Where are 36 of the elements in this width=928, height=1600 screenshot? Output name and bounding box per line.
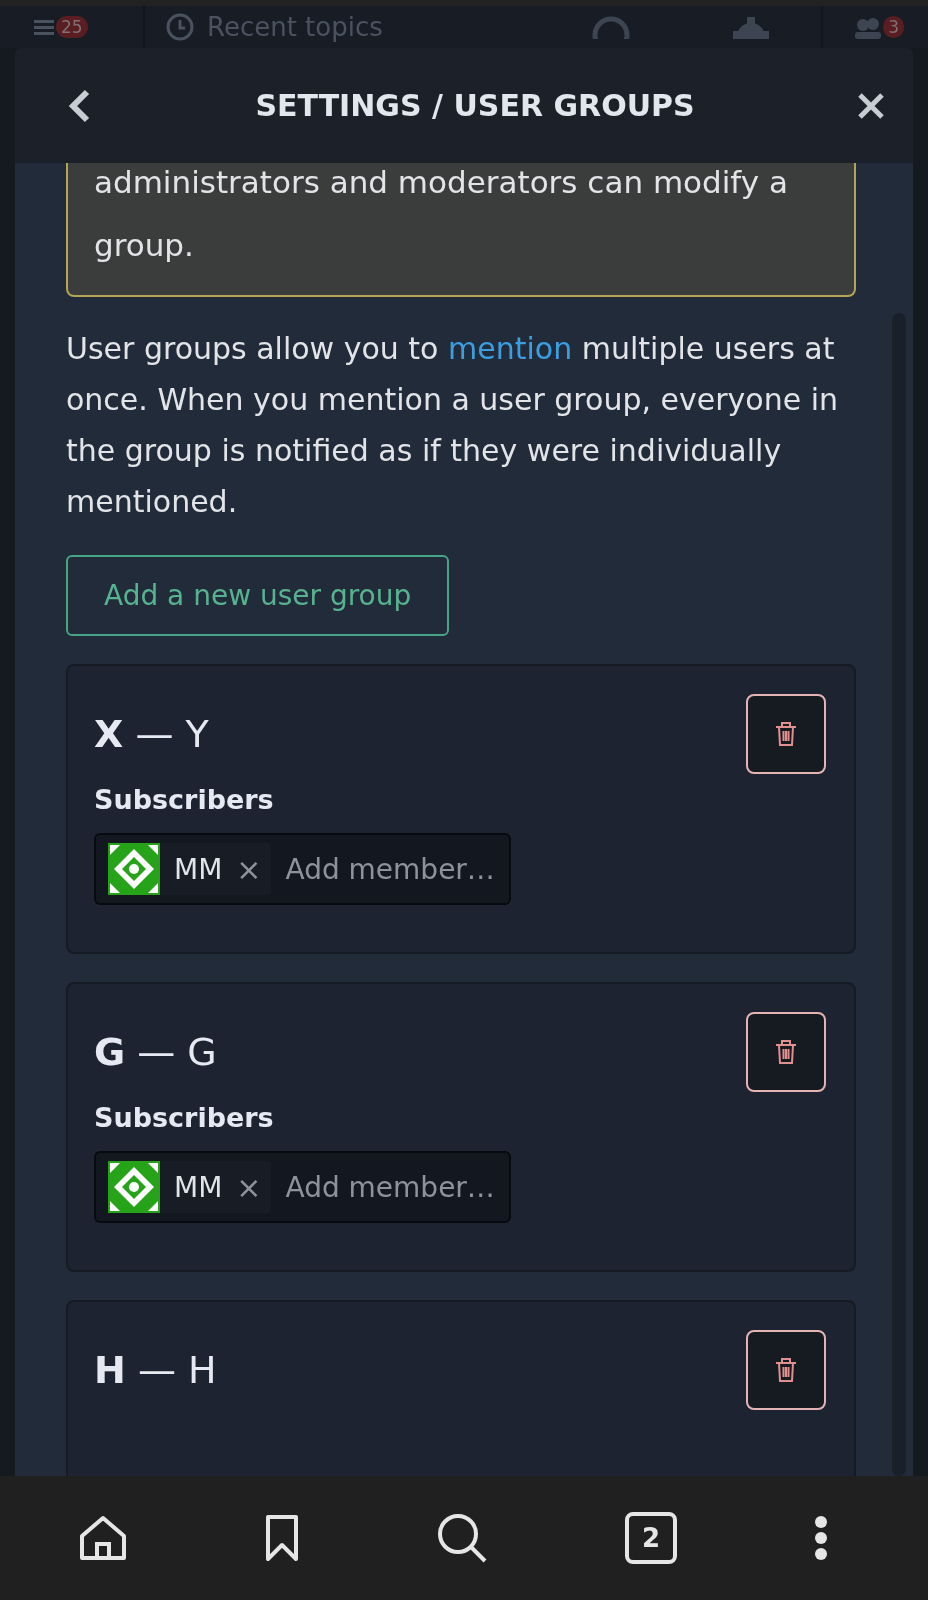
member-name: MM [174, 1170, 223, 1204]
add-member-placeholder: Add member… [285, 852, 495, 886]
trash-icon [774, 721, 798, 747]
view-title: Recent topics [207, 12, 383, 42]
group-name: H — H [94, 1348, 217, 1392]
more-icon[interactable] [814, 1515, 828, 1561]
group-name: X — Y [94, 712, 209, 756]
bookmark-icon[interactable] [265, 1514, 299, 1562]
modal-title: SETTINGS / USER GROUPS [255, 88, 695, 123]
delete-button[interactable] [746, 694, 826, 774]
member-input-field[interactable]: MM × Add member… [94, 833, 511, 905]
add-group-button[interactable]: Add a new user group [66, 555, 450, 636]
avatar-icon [108, 843, 160, 895]
unread-count-badge: 25 [56, 16, 88, 38]
tabs-button[interactable]: 2 [625, 1512, 677, 1564]
intro-text: User groups allow you to mention multiple users at once. When you mention a user group, everyone in the group is notified as if they were individually mentioned. [66, 330, 839, 521]
clock-icon [165, 12, 195, 42]
remove-member-button[interactable]: × [236, 1169, 262, 1205]
group-name: G — G [94, 1030, 217, 1074]
warning-text: administrators and moderators can modify a group. [94, 164, 788, 263]
delete-button[interactable] [746, 1012, 826, 1092]
member-input-field[interactable]: MM × Add member… [94, 1151, 511, 1223]
remove-member-button[interactable]: × [236, 851, 262, 887]
trash-icon [774, 1039, 798, 1065]
avatar-icon [108, 1161, 160, 1213]
mention-link[interactable]: mention [448, 331, 573, 366]
home-icon[interactable] [78, 1514, 128, 1562]
scrollbar[interactable] [892, 313, 906, 1476]
add-member-placeholder: Add member… [285, 1170, 495, 1204]
member-name: MM [174, 852, 223, 886]
close-icon[interactable] [857, 91, 885, 120]
people-count-badge: 3 [883, 16, 904, 38]
subscribers-label: Subscribers [94, 784, 275, 815]
delete-button[interactable] [746, 1330, 826, 1410]
subscribers-label: Subscribers [94, 1102, 275, 1133]
trash-icon [774, 1357, 798, 1383]
